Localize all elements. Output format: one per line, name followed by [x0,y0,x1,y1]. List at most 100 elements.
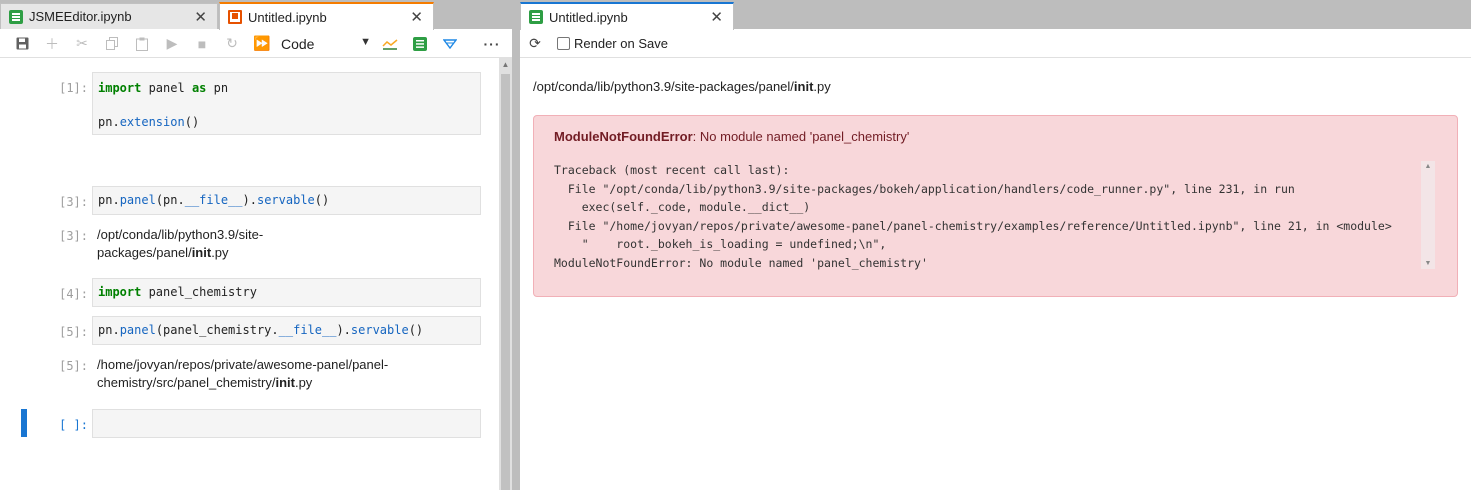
code-token: as [191,81,207,95]
code-token: import [98,81,142,95]
input-prompt: [ ]: [59,418,88,432]
notebook-green-icon [529,10,543,24]
cell-output-text: /home/jovyan/repos/private/awesome-panel… [97,356,437,392]
tab-label: Untitled.ipynb [248,9,327,25]
notebook-toolbar: ＋ ✂ ▶ ■ ↻ ⏩ Code ▼ ··· [0,30,512,58]
output-prompt: [3]: [59,229,88,243]
tab-label: Untitled.ipynb [549,9,628,25]
run-icon[interactable]: ▶ [157,32,187,56]
scroll-up-icon[interactable]: ▲ [1421,163,1435,170]
path-text: /opt/conda/lib/python3.9/site-packages/p… [533,79,794,94]
tab-untitled-preview[interactable]: Untitled.ipynb ✕ [520,2,734,30]
output-line: packages/panel/init.py [97,244,437,262]
paste-icon[interactable] [127,32,157,56]
active-cell-indicator [21,409,27,437]
code-line: pn.extension() [98,115,200,129]
code-line: pn.panel(panel_chemistry.__file__).serva… [98,323,424,337]
chart-icon[interactable] [375,32,405,56]
error-alert: ModuleNotFoundError: No module named 'pa… [533,115,1458,297]
input-prompt: [3]: [59,195,88,209]
chevron-down-icon: ▼ [360,35,371,48]
traceback-line: " root._bokeh_is_loading = undefined;\n"… [554,237,887,251]
cell-output-text: /opt/conda/lib/python3.9/site- packages/… [97,226,437,262]
code-line: import panel as pn [98,81,229,95]
close-icon[interactable]: ✕ [710,8,723,26]
input-prompt: [4]: [59,287,88,301]
code-token: servable [256,193,315,207]
file-path-text: /opt/conda/lib/python3.9/site-packages/p… [533,79,831,94]
path-bold-text: init [793,79,814,94]
notebook-cells: [1]: import panel as pn pn.extension() [… [0,58,512,490]
output-text: packages/panel/ [97,245,192,260]
cell-type-select[interactable]: Code ▼ [281,36,371,52]
save-icon[interactable] [7,32,37,56]
close-icon[interactable]: ✕ [410,8,423,26]
code-line: pn.panel(pn.__file__).servable() [98,193,330,207]
traceback-line: exec(self._code, module.__dict__) [554,200,811,214]
code-token: panel [119,323,156,337]
output-prompt: [5]: [59,359,88,373]
output-line: /home/jovyan/repos/private/awesome-panel… [97,357,389,372]
code-token: import [98,285,142,299]
cut-icon[interactable]: ✂ [67,32,97,56]
right-tab-bar: Untitled.ipynb ✕ [520,0,1471,30]
input-prompt: [1]: [59,81,88,95]
traceback-block: Traceback (most recent call last): File … [554,161,1420,272]
scroll-up-icon[interactable]: ▲ [499,60,512,69]
code-cell-input[interactable]: import panel as pn pn.extension() [92,72,481,135]
output-bold-text: init [191,245,212,260]
traceback-line: Traceback (most recent call last): [554,163,790,177]
code-token: panel [119,193,156,207]
notebook-scrollbar[interactable]: ▲ [499,58,512,490]
code-token: extension [119,115,185,129]
code-cell-input[interactable] [92,409,481,438]
stop-icon[interactable]: ■ [187,32,217,56]
output-text: .py [211,245,229,260]
code-cell-input[interactable]: pn.panel(panel_chemistry.__file__).serva… [92,316,481,345]
code-line: import panel_chemistry [98,285,257,299]
input-prompt: [5]: [59,325,88,339]
path-text: .py [813,79,831,94]
scrollbar-thumb[interactable] [501,74,510,490]
close-icon[interactable]: ✕ [194,8,207,26]
render-on-save-checkbox[interactable] [557,37,570,50]
render-on-save-label: Render on Save [574,36,668,51]
output-bold-text: init [275,375,295,390]
traceback-line: File "/home/jovyan/repos/private/awesome… [554,218,1392,233]
output-line: chemistry/src/panel_chemistry/init.py [97,374,437,392]
error-message: : No module named 'panel_chemistry' [692,129,910,144]
output-text: .py [294,375,313,390]
notebook-icon[interactable] [405,32,435,56]
more-icon[interactable]: ··· [477,32,507,56]
panel-preview: Untitled.ipynb ✕ ⟳ Render on Save /opt/c… [520,0,1471,490]
fast-forward-icon[interactable]: ⏩ [247,32,277,56]
notebook-green-icon [9,9,23,24]
code-token: __file__ [278,323,337,337]
output-line: /opt/conda/lib/python3.9/site- [97,227,264,242]
copy-icon[interactable] [97,32,127,56]
jupyterlab-window: JSMEEditor.ipynb ✕ Untitled.ipynb ✕ ＋ ✂ … [0,0,1471,490]
error-title: ModuleNotFoundError: No module named 'pa… [554,129,909,144]
restart-icon[interactable]: ↻ [217,32,247,56]
left-tab-bar: JSMEEditor.ipynb ✕ Untitled.ipynb ✕ [0,0,512,30]
tab-jsmeeditor[interactable]: JSMEEditor.ipynb ✕ [0,3,218,29]
output-text: chemistry/src/panel_chemistry/ [97,375,276,390]
error-type: ModuleNotFoundError [554,129,693,144]
panel-icon[interactable] [435,32,465,56]
add-icon[interactable]: ＋ [37,32,67,56]
code-token: servable [350,323,409,337]
traceback-line: File "/opt/conda/lib/python3.9/site-pack… [554,181,1295,196]
traceback-line: ModuleNotFoundError: No module named 'pa… [554,255,928,270]
traceback-scrollbar[interactable]: ▲ ▼ [1421,161,1435,269]
tab-label: JSMEEditor.ipynb [29,9,132,24]
tab-untitled[interactable]: Untitled.ipynb ✕ [219,2,434,30]
cell-type-value: Code [281,35,315,52]
notebook-panel: JSMEEditor.ipynb ✕ Untitled.ipynb ✕ ＋ ✂ … [0,0,512,490]
scroll-down-icon[interactable]: ▼ [1421,260,1435,267]
code-cell-input[interactable]: pn.panel(pn.__file__).servable() [92,186,481,215]
notebook-orange-icon [228,10,242,24]
preview-toolbar: ⟳ Render on Save [520,30,1471,58]
reload-icon[interactable]: ⟳ [520,35,550,52]
code-cell-input[interactable]: import panel_chemistry [92,278,481,307]
